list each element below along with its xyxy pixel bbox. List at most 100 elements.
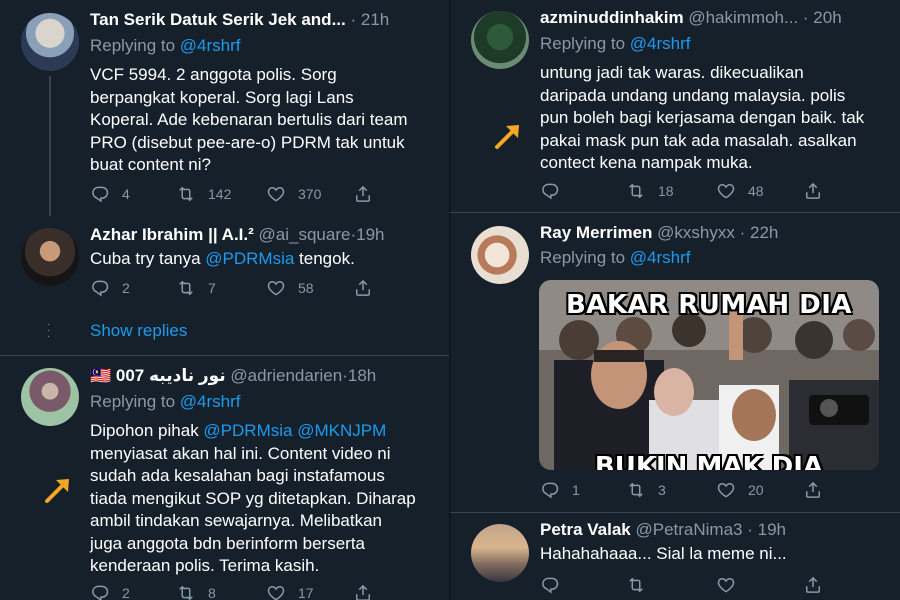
tweet-actions: 2 7 58 (90, 278, 430, 300)
retweet-icon (176, 583, 196, 600)
tweet-time[interactable]: · 19h (743, 520, 786, 539)
avatar[interactable] (21, 368, 79, 426)
like-button[interactable]: 20 (716, 480, 764, 500)
display-name[interactable]: 🇲🇾 نور ناديبه 007 (90, 366, 226, 385)
thread-continuation-dots: · · · (47, 319, 51, 342)
tweet-time[interactable]: · 22h (735, 223, 779, 242)
like-button[interactable]: 370 (266, 184, 321, 204)
share-icon (803, 480, 823, 500)
tweet-header: Petra Valak @PetraNima3 · 19h (540, 520, 885, 540)
reply-icon (540, 480, 560, 500)
heart-icon (266, 583, 286, 600)
reply-icon (540, 575, 560, 595)
reply-button[interactable]: 4 (90, 184, 130, 204)
user-handle[interactable]: @kxshyxx (657, 223, 735, 242)
replying-to: Replying to @4rshrf (540, 248, 691, 267)
heart-icon (716, 575, 736, 595)
share-icon (353, 184, 373, 204)
share-button[interactable] (353, 583, 385, 600)
divider (450, 212, 900, 213)
user-handle[interactable]: @hakimmoh... (688, 8, 798, 27)
share-button[interactable] (353, 184, 385, 204)
reply-icon (540, 181, 560, 201)
tweet-text: untung jadi tak waras. dikecualikan dari… (540, 63, 865, 172)
heart-icon (266, 184, 286, 204)
display-name[interactable]: Petra Valak (540, 520, 631, 539)
share-icon (353, 278, 373, 298)
mention-link[interactable]: @PDRMsia (205, 249, 294, 268)
retweet-icon (176, 184, 196, 204)
mention-link[interactable]: @4rshrf (180, 36, 241, 55)
mention-link[interactable]: @4rshrf (180, 392, 241, 411)
arrow-pointer-icon (45, 479, 69, 503)
retweet-button[interactable]: 7 (176, 278, 216, 298)
avatar[interactable] (471, 226, 529, 284)
retweet-button[interactable]: 142 (176, 184, 231, 204)
avatar[interactable] (471, 11, 529, 69)
tweet-time[interactable]: · 20h (798, 8, 842, 27)
retweet-icon (626, 480, 646, 500)
mention-link[interactable]: @4rshrf (630, 248, 691, 267)
avatar[interactable] (21, 13, 79, 71)
share-button[interactable] (803, 480, 835, 500)
tweet-time[interactable]: · 21h (350, 10, 389, 29)
avatar[interactable] (21, 228, 79, 286)
share-button[interactable] (803, 181, 835, 201)
mention-link[interactable]: @MKNJPM (297, 421, 386, 440)
replying-to: Replying to @4rshrf (540, 34, 691, 53)
reply-button[interactable]: 2 (90, 583, 130, 600)
reply-button[interactable]: 2 (90, 278, 130, 298)
tweet-actions (540, 575, 880, 597)
divider (450, 512, 900, 513)
like-button[interactable]: 58 (266, 278, 314, 298)
retweet-button[interactable]: 3 (626, 480, 666, 500)
like-button[interactable]: 48 (716, 181, 764, 201)
reply-button[interactable]: 1 (540, 480, 580, 500)
user-handle[interactable]: @adriendarien (230, 366, 342, 385)
tweet-header: 🇲🇾 نور ناديبه 007 @adriendarien·18h (90, 366, 435, 386)
share-button[interactable] (803, 575, 835, 595)
thread-line (49, 76, 51, 216)
retweet-icon (626, 181, 646, 201)
like-button[interactable] (716, 575, 748, 595)
like-button[interactable]: 17 (266, 583, 314, 600)
left-reply-column: Tan Serik Datuk Serik Jek and... · 21h R… (0, 0, 450, 600)
tweet-text: Dipohon pihak @PDRMsia @MKNJPM menyiasat… (90, 421, 416, 575)
reply-button[interactable] (540, 575, 572, 595)
tweet-header: azminuddinhakim @hakimmoh... · 20h (540, 8, 885, 28)
reply-icon (90, 278, 110, 298)
tweet-header: Tan Serik Datuk Serik Jek and... · 21h (90, 10, 435, 30)
heart-icon (716, 480, 736, 500)
retweet-button[interactable]: 18 (626, 181, 674, 201)
tweet-time[interactable]: ·18h (342, 366, 376, 385)
tweet-time[interactable]: ·19h (350, 225, 384, 244)
display-name[interactable]: Azhar Ibrahim || A.I.² (90, 225, 254, 244)
retweet-icon (626, 575, 646, 595)
tweet-header: Azhar Ibrahim || A.I.² @ai_square·19h (90, 225, 435, 245)
arrow-pointer-icon (495, 125, 519, 149)
retweet-button[interactable] (626, 575, 658, 595)
tweet-actions: 1 3 20 (540, 480, 880, 502)
reply-button[interactable] (540, 181, 572, 201)
show-replies-link[interactable]: Show replies (90, 321, 187, 341)
tweet-actions: 2 8 17 (90, 583, 430, 600)
retweet-icon (176, 278, 196, 298)
mention-link[interactable]: @PDRMsia (203, 421, 292, 440)
user-handle[interactable]: @ai_square (259, 225, 351, 244)
retweet-button[interactable]: 8 (176, 583, 216, 600)
heart-icon (266, 278, 286, 298)
display-name[interactable]: azminuddinhakim (540, 8, 684, 27)
share-icon (353, 583, 373, 600)
user-handle[interactable]: @PetraNima3 (635, 520, 742, 539)
tweet-text: Hahahahaaa... Sial la meme ni... (540, 544, 787, 563)
display-name[interactable]: Ray Merrimen (540, 223, 652, 242)
meme-image[interactable]: BAKAR RUMAH DIA BUKIN MAK DIA (539, 280, 879, 470)
tweet-text: Cuba try tanya @PDRMsia tengok. (90, 249, 355, 268)
display-name[interactable]: Tan Serik Datuk Serik Jek and... (90, 10, 346, 29)
meme-caption-top: BAKAR RUMAH DIA (565, 290, 853, 320)
share-button[interactable] (353, 278, 385, 298)
mention-link[interactable]: @4rshrf (630, 34, 691, 53)
heart-icon (716, 181, 736, 201)
avatar[interactable] (471, 524, 529, 582)
share-icon (803, 181, 823, 201)
